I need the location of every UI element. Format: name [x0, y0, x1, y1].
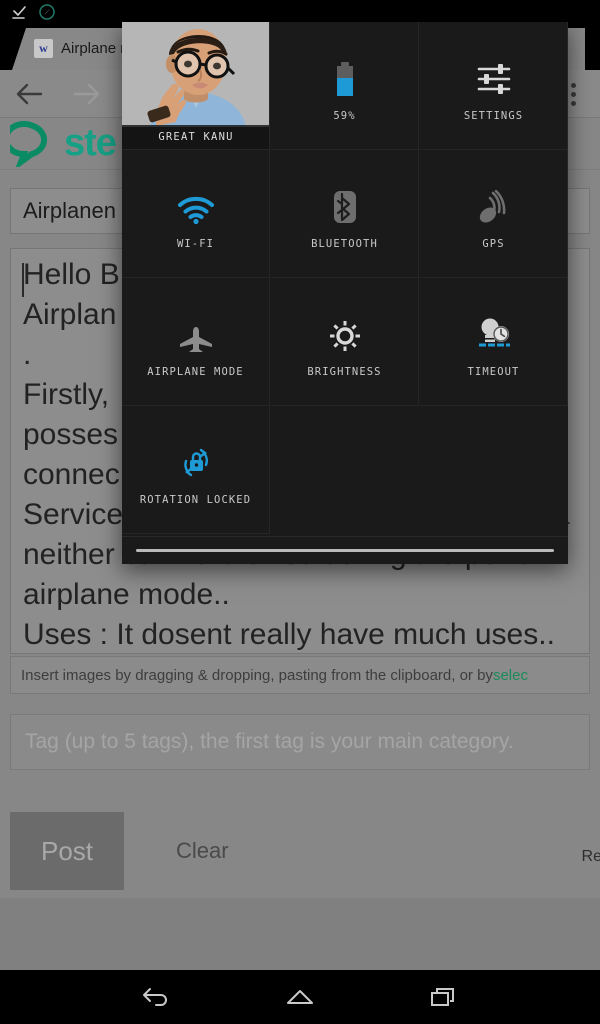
tab-favicon-icon: w: [34, 38, 53, 58]
text-caret: [22, 263, 24, 297]
quick-settings-tile-airplane-mode[interactable]: AIRPLANE MODE: [122, 278, 270, 406]
post-button[interactable]: Post: [10, 812, 124, 890]
resteem-label: Re: [581, 848, 600, 865]
forward-button[interactable]: [58, 70, 116, 118]
android-nav-bar: [0, 970, 600, 1024]
avatar: [122, 22, 269, 127]
gps-satellite-icon: [477, 178, 511, 224]
image-hint-text: Insert images by dragging & dropping, pa…: [21, 666, 493, 684]
quick-settings-tile-label: ROTATION LOCKED: [139, 493, 252, 506]
image-insert-hint: Insert images by dragging & dropping, pa…: [10, 656, 590, 694]
back-arrow-icon: [16, 83, 43, 104]
rotation-lock-icon: [178, 434, 214, 480]
post-button-label: Post: [40, 835, 94, 866]
android-status-bar: [0, 0, 600, 24]
steemit-logo-icon: [3, 120, 56, 170]
download-complete-icon: [12, 6, 26, 19]
quick-settings-tile-gps[interactable]: GPS: [420, 150, 568, 278]
airplane-icon: [178, 306, 214, 352]
quick-settings-tile-label: AIRPLANE MODE: [147, 365, 244, 378]
back-nav-icon[interactable]: [139, 980, 173, 1014]
back-button[interactable]: [0, 70, 58, 118]
quick-settings-user-tile[interactable]: GREAT KANU: [122, 22, 270, 150]
quick-settings-tile-settings[interactable]: SETTINGS: [420, 22, 568, 150]
quick-settings-tile-timeout[interactable]: TIMEOUT: [420, 278, 568, 406]
recents-nav-icon[interactable]: [427, 980, 461, 1014]
tags-input[interactable]: Tag (up to 5 tags), the first tag is you…: [10, 714, 590, 770]
tags-placeholder: Tag (up to 5 tags), the first tag is you…: [25, 730, 514, 753]
quick-settings-tile-bluetooth[interactable]: BLUETOOTH: [271, 150, 419, 278]
quick-settings-tile-label: BRIGHTNESS: [307, 365, 382, 378]
post-title-value: Airplanen: [23, 198, 116, 223]
wifi-icon: [176, 178, 216, 224]
battery-icon: [335, 50, 355, 96]
compass-circle-icon: [39, 4, 55, 20]
home-nav-icon[interactable]: [283, 980, 317, 1014]
screen-timeout-icon: [475, 306, 513, 352]
quick-settings-tile-label: BLUETOOTH: [311, 237, 378, 250]
overflow-menu-icon: [570, 100, 576, 106]
forward-arrow-icon: [73, 83, 100, 104]
quick-settings-drag-handle[interactable]: [122, 536, 568, 564]
site-logo-text: ste: [64, 122, 117, 164]
select-files-link[interactable]: selec: [493, 667, 528, 684]
quick-settings-grid: GREAT KANU 59% SETTINGS WI-FI BLUETOOTH …: [122, 22, 568, 536]
quick-settings-tile-label: WI-FI: [176, 237, 215, 250]
brightness-sun-icon: [329, 306, 361, 352]
clear-button[interactable]: Clear: [176, 838, 229, 864]
overflow-menu-icon: [570, 91, 576, 97]
editor-actions: Post Clear Re: [0, 812, 600, 904]
quick-settings-tile-label: GPS: [482, 237, 505, 250]
quick-settings-tile-label: TIMEOUT: [467, 365, 520, 378]
screen: ste Airplanen Hello B o Airplan re . Fir…: [0, 0, 600, 1024]
quick-settings-panel[interactable]: GREAT KANU 59% SETTINGS WI-FI BLUETOOTH …: [122, 22, 568, 564]
sliders-icon: [475, 50, 513, 96]
quick-settings-tile-label: SETTINGS: [463, 109, 524, 122]
quick-settings-user-name: GREAT KANU: [122, 125, 269, 149]
bluetooth-icon: [332, 178, 358, 224]
quick-settings-tile-brightness[interactable]: BRIGHTNESS: [271, 278, 419, 406]
quick-settings-tile-label: 59%: [333, 109, 356, 122]
drag-handle-bar: [136, 549, 554, 552]
overflow-menu-icon: [570, 82, 576, 88]
quick-settings-tile-battery[interactable]: 59%: [271, 22, 419, 150]
quick-settings-tile-rotation-lock[interactable]: ROTATION LOCKED: [122, 406, 270, 534]
quick-settings-tile-wifi[interactable]: WI-FI: [122, 150, 270, 278]
